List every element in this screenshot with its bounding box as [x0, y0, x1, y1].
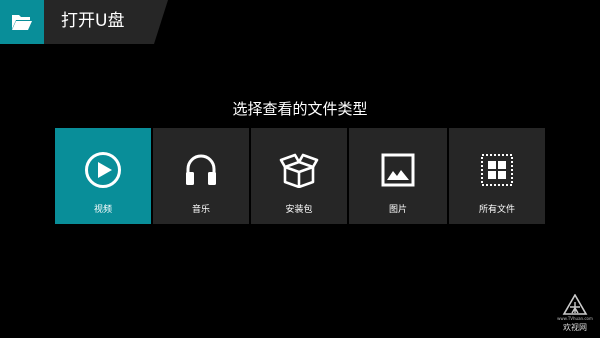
file-type-prompt: 选择查看的文件类型 [232, 100, 368, 118]
tile-music[interactable]: 音乐 [153, 128, 249, 224]
file-type-tiles: 视频 音乐 安装包 图片 所有文件 [55, 128, 545, 224]
tile-video-label: 视频 [93, 205, 112, 215]
watermark-name: 欢视网 [563, 323, 587, 332]
image-icon [349, 150, 447, 190]
folder-open-icon[interactable] [0, 0, 44, 44]
tile-all-files[interactable]: 所有文件 [449, 128, 545, 224]
header-bar: 打开U盘 [0, 0, 168, 44]
tile-installer-label: 安装包 [285, 205, 313, 215]
watermark-url: www.TVhuan.com [557, 316, 593, 321]
headphones-icon [153, 150, 249, 190]
play-circle-icon [55, 150, 151, 190]
tile-music-label: 音乐 [191, 205, 210, 215]
tile-video[interactable]: 视频 [55, 128, 151, 224]
tile-all-files-label: 所有文件 [478, 205, 515, 215]
watermark-logo: www.TVhuan.com 欢视网 [550, 292, 600, 338]
watermark-emblem-icon [562, 294, 588, 315]
package-box-icon [251, 150, 347, 190]
tile-images-label: 图片 [388, 205, 407, 215]
tile-images[interactable]: 图片 [349, 128, 447, 224]
grid-icon [449, 150, 545, 190]
page-title: 打开U盘 [61, 11, 125, 31]
tile-installer[interactable]: 安装包 [251, 128, 347, 224]
